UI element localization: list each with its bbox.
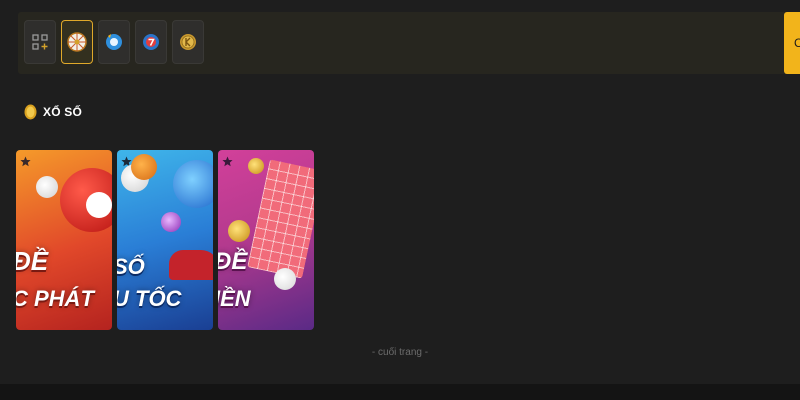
lottery-ticket <box>247 159 314 279</box>
coin-icon <box>24 104 37 120</box>
game-card[interactable]: ĐỀ C PHÁT <box>16 150 112 330</box>
edge-action-button[interactable]: C <box>784 12 800 74</box>
gold-coin <box>228 220 250 242</box>
tab-lottery-wheel[interactable] <box>61 20 93 64</box>
card-title-line1: SỐ <box>117 254 145 279</box>
white-ball <box>274 268 296 290</box>
purple-ball <box>161 212 181 232</box>
blue-chip <box>173 160 213 208</box>
grid-add-icon <box>32 34 48 50</box>
white-ball <box>86 192 112 218</box>
tab-coin[interactable] <box>172 20 204 64</box>
blue-ball-icon <box>106 34 122 50</box>
game-category-bar: C <box>18 12 800 74</box>
gold-coin-icon <box>180 34 196 50</box>
card-title-line1: ĐỀ <box>218 248 248 275</box>
card-title-line2: U TỐC <box>117 286 182 311</box>
number-seven-ball-icon <box>143 34 159 50</box>
game-card[interactable]: SỐ U TỐC <box>117 150 213 330</box>
orange-ball <box>131 154 157 180</box>
small-ball <box>36 176 58 198</box>
end-of-page-text: - cuối trang - <box>371 347 429 358</box>
card-title-line2: C PHÁT <box>16 286 94 311</box>
bottom-bar <box>0 384 800 400</box>
section-header: XỔ SỐ <box>24 104 82 120</box>
favorite-star-icon[interactable] <box>222 156 233 167</box>
section-title: XỔ SỐ <box>43 105 83 119</box>
lottery-wheel-icon <box>67 32 87 52</box>
tab-blue-ball[interactable] <box>98 20 130 64</box>
card-title-line2: IỀN <box>218 286 251 311</box>
tab-all-games[interactable] <box>24 20 56 64</box>
game-card-list: ĐỀ C PHÁT SỐ U TỐC ĐỀ IỀN <box>16 150 314 330</box>
card-title-line1: ĐỀ <box>16 246 49 276</box>
category-tabs <box>24 20 204 64</box>
game-card[interactable]: ĐỀ IỀN <box>218 150 314 330</box>
favorite-star-icon[interactable] <box>20 156 31 167</box>
tab-number-ball-7[interactable] <box>135 20 167 64</box>
gold-coin <box>248 158 264 174</box>
red-car <box>169 250 213 280</box>
